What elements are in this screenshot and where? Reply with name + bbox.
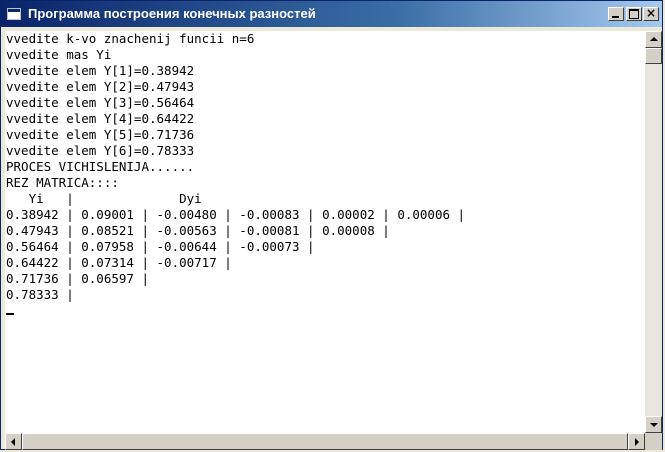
console-line: vvedite elem Y[5]=0.71736 xyxy=(6,127,195,142)
table-row: 0.56464 | 0.07958 | -0.00644 | -0.00073 … xyxy=(6,239,315,254)
console-line: vvedite mas Yi xyxy=(6,47,112,62)
console-line: REZ MATRICA:::: xyxy=(6,175,119,190)
table-row: 0.38942 | 0.09001 | -0.00480 | -0.00083 … xyxy=(6,207,466,222)
minimize-button[interactable] xyxy=(608,7,624,21)
arrow-up-icon xyxy=(650,37,658,41)
console-app-icon[interactable] xyxy=(7,8,21,20)
console-line: vvedite elem Y[1]=0.38942 xyxy=(6,63,195,78)
horizontal-scroll-thumb[interactable] xyxy=(22,433,628,450)
window-title: Программа построения конечных разностей xyxy=(28,6,316,21)
text-cursor xyxy=(6,313,14,315)
vertical-scrollbar[interactable] xyxy=(645,31,662,433)
close-button[interactable]: × xyxy=(643,6,659,21)
console-line: vvedite elem Y[4]=0.64422 xyxy=(6,111,195,126)
console-text: vvedite k-vo znachenij funcii n=6 vvedit… xyxy=(5,31,645,319)
vertical-scroll-thumb[interactable] xyxy=(645,48,662,64)
arrow-down-icon xyxy=(650,423,658,427)
maximize-button[interactable] xyxy=(626,7,642,21)
console-line: vvedite elem Y[6]=0.78333 xyxy=(6,143,195,158)
scrollbar-corner xyxy=(645,433,662,450)
close-icon: × xyxy=(645,6,657,20)
console-line: vvedite k-vo znachenij funcii n=6 xyxy=(6,31,255,46)
title-bar[interactable]: Программа построения конечных разностей … xyxy=(1,1,662,27)
scroll-left-button[interactable] xyxy=(5,433,22,450)
scroll-up-button[interactable] xyxy=(645,31,662,48)
console-line: vvedite elem Y[3]=0.56464 xyxy=(6,95,195,110)
table-header: Yi | Dyi xyxy=(6,191,202,206)
table-row: 0.47943 | 0.08521 | -0.00563 | -0.00081 … xyxy=(6,223,390,238)
console-output[interactable]: vvedite k-vo znachenij funcii n=6 vvedit… xyxy=(5,31,645,433)
arrow-left-icon xyxy=(11,438,15,446)
arrow-right-icon xyxy=(635,438,639,446)
scroll-right-button[interactable] xyxy=(628,433,645,450)
console-line: vvedite elem Y[2]=0.47943 xyxy=(6,79,195,94)
console-line: PROCES VICHISLENIJA...... xyxy=(6,159,195,174)
scroll-down-button[interactable] xyxy=(645,416,662,433)
horizontal-scrollbar[interactable] xyxy=(5,433,645,450)
table-row: 0.64422 | 0.07314 | -0.00717 | xyxy=(6,255,232,270)
table-row: 0.78333 | xyxy=(6,287,74,302)
table-row: 0.71736 | 0.06597 | xyxy=(6,271,149,286)
console-window: Программа построения конечных разностей … xyxy=(0,0,663,450)
